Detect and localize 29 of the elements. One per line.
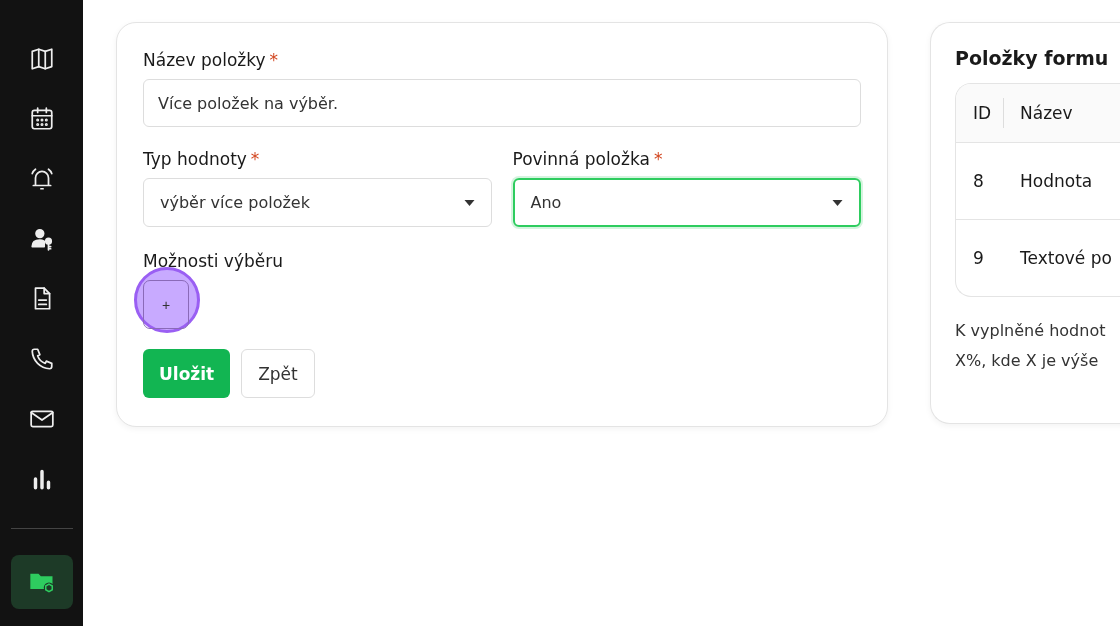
calendar-icon bbox=[28, 106, 55, 132]
field-label: Možnosti výběru bbox=[143, 251, 283, 271]
field-label: Typ hodnoty bbox=[143, 149, 247, 169]
field-label: Povinná položka bbox=[512, 149, 650, 169]
required-mark: * bbox=[269, 50, 279, 70]
panel-title: Položky formu bbox=[955, 47, 1109, 69]
map-icon bbox=[28, 46, 55, 72]
note-text: K vyplněné hodnot bbox=[955, 321, 1107, 340]
table-cell-text: Hodnota bbox=[1019, 171, 1093, 191]
table-cell-text: Textové po bbox=[1019, 248, 1112, 268]
phone-icon bbox=[28, 346, 55, 372]
caret-icon bbox=[832, 199, 843, 206]
name-input[interactable]: Více položek na výběr. bbox=[143, 79, 861, 127]
folder-nav-button[interactable] bbox=[10, 555, 73, 609]
required-mark: * bbox=[653, 149, 663, 169]
select-field[interactable]: Ano bbox=[512, 178, 861, 227]
field-label: Název položky bbox=[143, 50, 266, 70]
table-cell-text: 8 bbox=[972, 171, 985, 191]
user-key-icon bbox=[28, 226, 55, 252]
required-mark: * bbox=[250, 149, 260, 169]
caret-icon bbox=[463, 199, 475, 206]
add-option-button[interactable]: + bbox=[143, 280, 189, 329]
column-header: ID bbox=[956, 98, 1004, 128]
back-button[interactable]: Zpět bbox=[241, 349, 315, 398]
select-field[interactable]: výběr více položek bbox=[143, 178, 492, 227]
table-cell-text: 9 bbox=[972, 248, 985, 268]
note-text: X%, kde X je výše bbox=[955, 351, 1100, 370]
bell-icon bbox=[28, 166, 55, 192]
column-header: Název bbox=[1019, 103, 1073, 123]
